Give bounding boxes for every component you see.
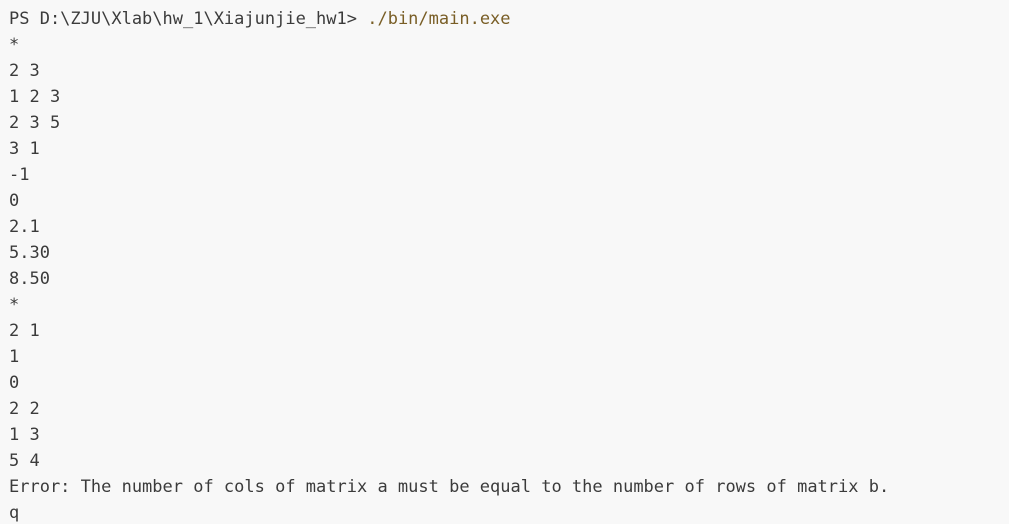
output-line: 2.1 xyxy=(9,217,40,237)
command-text: ./bin/main.exe xyxy=(367,9,511,29)
output-line: 2 3 xyxy=(9,61,40,81)
output-line: 3 1 xyxy=(9,139,40,159)
output-line: Error: The number of cols of matrix a mu… xyxy=(9,477,890,497)
output-line: q xyxy=(9,503,20,523)
output-line: 2 2 xyxy=(9,399,40,419)
output-line: * xyxy=(9,35,20,55)
output-line: 2 1 xyxy=(9,321,40,341)
output-line: 1 xyxy=(9,347,20,367)
output-line: -1 xyxy=(9,165,30,185)
terminal-panel[interactable]: PS D:\ZJU\Xlab\hw_1\Xiajunjie_hw1> ./bin… xyxy=(0,0,1009,524)
output-line: 1 3 xyxy=(9,425,40,445)
output-line: 5.30 xyxy=(9,243,50,263)
command-line: PS D:\ZJU\Xlab\hw_1\Xiajunjie_hw1> ./bin… xyxy=(9,6,1009,32)
output-line: 1 2 3 xyxy=(9,87,61,107)
output-line: * xyxy=(9,295,20,315)
output-line: 8.50 xyxy=(9,269,50,289)
output-line: 0 xyxy=(9,191,20,211)
shell-prompt: PS D:\ZJU\Xlab\hw_1\Xiajunjie_hw1> xyxy=(9,9,368,29)
error-message: 5 4 xyxy=(9,451,40,471)
output-line: 0 xyxy=(9,373,20,393)
output-line: 2 3 5 xyxy=(9,113,61,133)
